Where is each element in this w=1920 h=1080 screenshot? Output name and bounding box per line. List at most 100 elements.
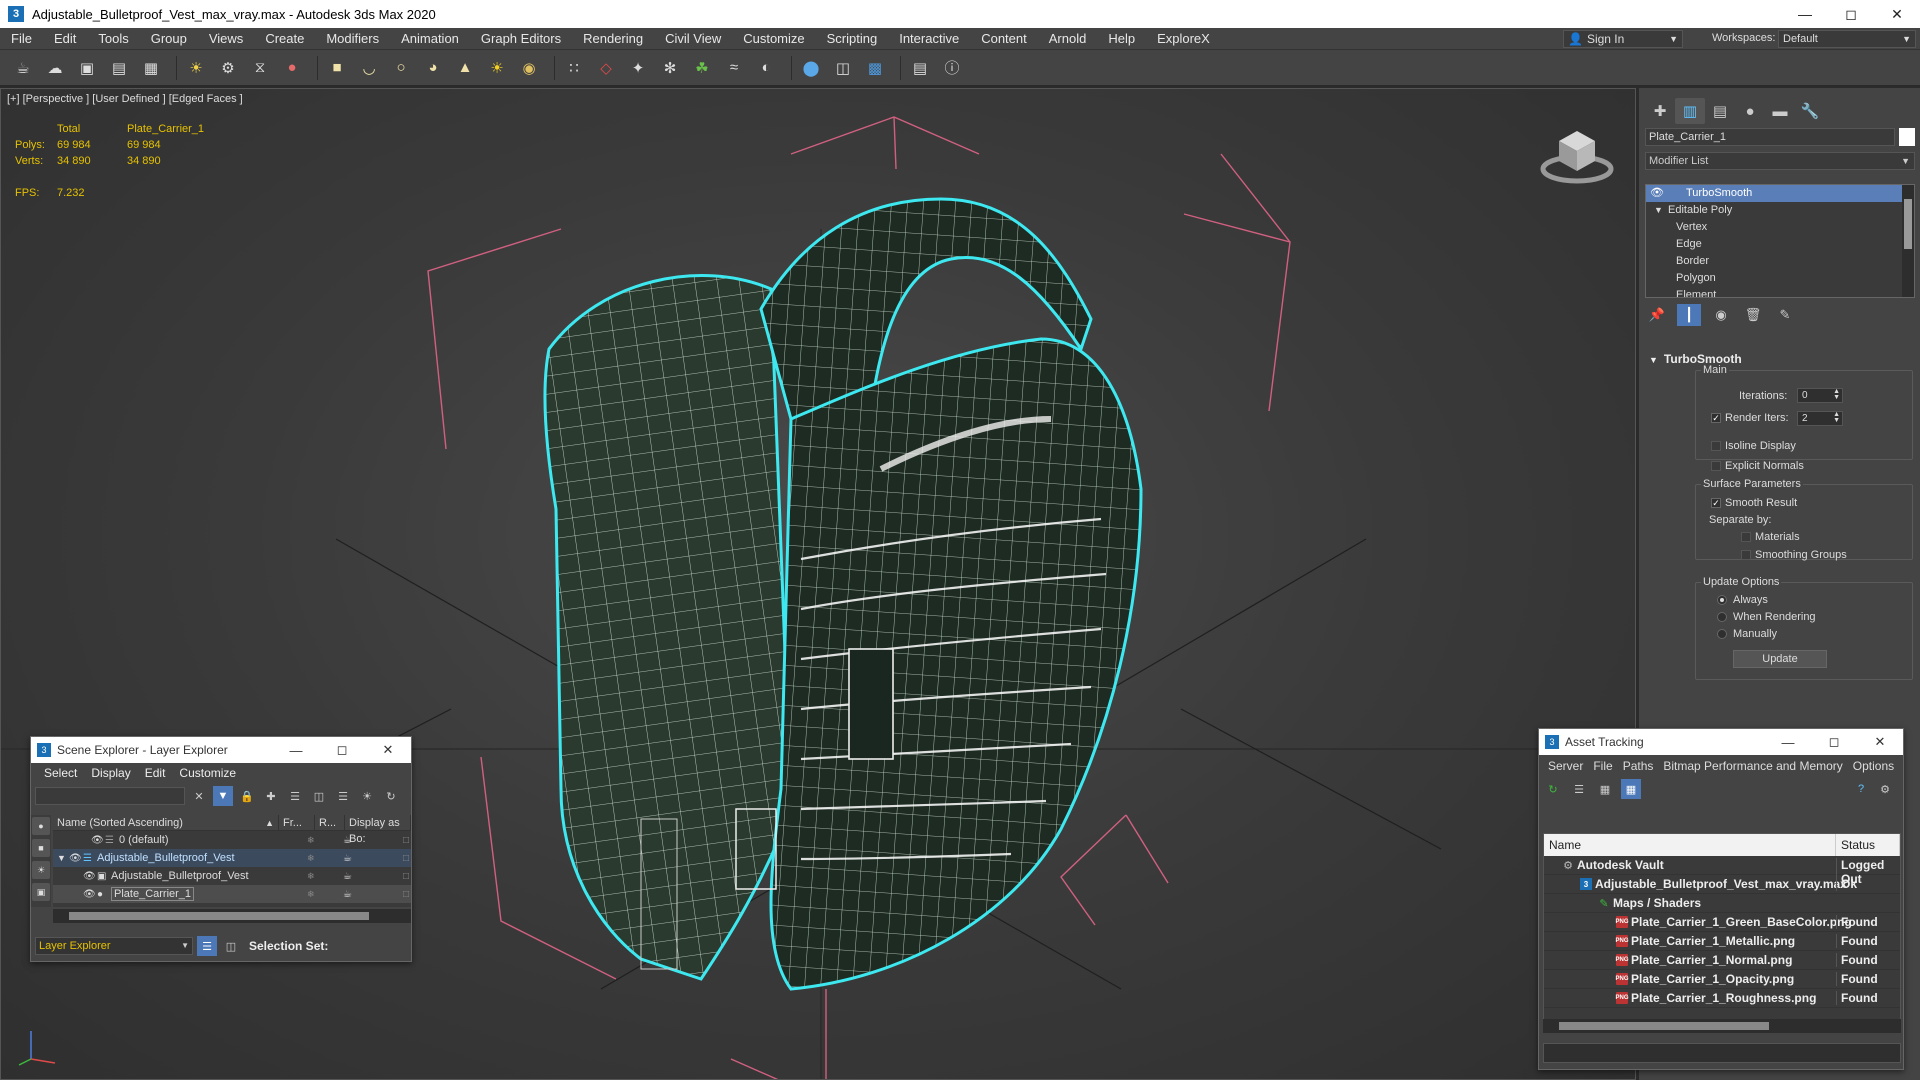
layers-toggle-icon[interactable]: ☰ <box>197 936 217 956</box>
workspace-dropdown[interactable]: Default ▼ <box>1778 30 1916 48</box>
isoline-display-checkbox[interactable]: Isoline Display <box>1711 440 1796 452</box>
horizontal-scrollbar[interactable] <box>1543 1019 1901 1033</box>
at-menu-file[interactable]: File <box>1588 757 1617 776</box>
eye-icon[interactable]: 👁 <box>1650 185 1664 202</box>
helix-icon[interactable]: ⧖ <box>247 55 273 81</box>
maximize-button[interactable]: ◻ <box>1828 0 1874 28</box>
create-icon[interactable]: ✚ <box>1645 98 1675 124</box>
asset-row-max-file[interactable]: 3 Adjustable_Bulletproof_Vest_max_vray.ma… <box>1544 875 1900 894</box>
make-unique-icon[interactable]: ◉ <box>1709 304 1733 326</box>
scrollbar-thumb[interactable] <box>1904 199 1912 249</box>
at-menu-bitmap[interactable]: Bitmap Performance and Memory <box>1658 757 1847 776</box>
lock-icon[interactable]: 🔒 <box>237 786 257 806</box>
always-radio[interactable]: Always <box>1717 594 1768 606</box>
display-cameras-icon[interactable]: ▣ <box>32 883 50 901</box>
stack-icon[interactable]: ☰ <box>333 786 353 806</box>
menu-interactive[interactable]: Interactive <box>888 28 970 50</box>
grid-icon[interactable]: ▦ <box>138 55 164 81</box>
hierarchy-icon[interactable]: ◫ <box>309 786 329 806</box>
minimize-icon[interactable]: — <box>1765 735 1811 750</box>
spheres-icon[interactable]: ● <box>279 55 305 81</box>
box-icon[interactable]: ■ <box>324 55 350 81</box>
stack-subobject-edge[interactable]: Edge <box>1646 236 1914 253</box>
book-icon[interactable]: ▤ <box>907 55 933 81</box>
smooth-result-checkbox[interactable]: ✓ Smooth Result <box>1711 497 1797 509</box>
display-box-icon[interactable]: □ <box>403 835 409 846</box>
object-name-field[interactable]: Plate_Carrier_1 <box>1645 128 1895 146</box>
scene-explorer-titlebar[interactable]: 3 Scene Explorer - Layer Explorer — ◻ ✕ <box>31 737 411 763</box>
at-menu-server[interactable]: Server <box>1543 757 1588 776</box>
hair-icon[interactable]: ≈ <box>721 55 747 81</box>
asset-row-texture[interactable]: PNG Plate_Carrier_1_Roughness.png Found <box>1544 989 1900 1008</box>
tree-row-default-layer[interactable]: 👁 ☰ 0 (default) ❄ ☕ □ <box>53 831 411 849</box>
show-end-result-icon[interactable]: ┃ <box>1677 304 1701 326</box>
asset-row-texture[interactable]: PNG Plate_Carrier_1_Opacity.png Found <box>1544 970 1900 989</box>
menu-animation[interactable]: Animation <box>390 28 470 50</box>
display-box-icon[interactable]: □ <box>403 889 409 900</box>
globe-icon[interactable]: ✻ <box>657 55 683 81</box>
teapot-icon[interactable]: ☕ <box>343 871 352 882</box>
render-frame-icon[interactable]: ▣ <box>74 55 100 81</box>
menu-explorex[interactable]: ExploreX <box>1146 28 1221 50</box>
menu-rendering[interactable]: Rendering <box>572 28 654 50</box>
sphere-icon[interactable]: ⬤ <box>798 55 824 81</box>
display-objects-icon[interactable]: ● <box>32 817 50 835</box>
tree-row-plate-carrier[interactable]: 👁 ● Plate_Carrier_1 ❄ ☕ □ <box>53 885 411 903</box>
menu-group[interactable]: Group <box>140 28 198 50</box>
menu-file[interactable]: File <box>0 28 43 50</box>
se-menu-customize[interactable]: Customize <box>172 766 243 780</box>
remove-modifier-icon[interactable]: 🗑 <box>1741 304 1765 326</box>
materials-checkbox[interactable]: Materials <box>1741 531 1800 543</box>
asset-tracking-titlebar[interactable]: 3 Asset Tracking — ◻ ✕ <box>1539 729 1903 755</box>
horizontal-scrollbar[interactable] <box>53 909 411 923</box>
circle-icon[interactable]: ○ <box>388 55 414 81</box>
modify-icon[interactable]: ▥ <box>1675 98 1705 124</box>
stack-subobject-polygon[interactable]: Polygon <box>1646 270 1914 287</box>
configure-sets-icon[interactable]: ✎ <box>1773 304 1797 326</box>
bowl-icon[interactable]: ◕ <box>420 55 446 81</box>
filter-icon[interactable]: ▼ <box>213 786 233 806</box>
scene-icon[interactable]: ◫ <box>830 55 856 81</box>
search-input[interactable] <box>35 787 185 805</box>
cloud-icon[interactable]: ☁ <box>42 55 68 81</box>
menu-help[interactable]: Help <box>1097 28 1146 50</box>
column-status[interactable]: Status <box>1836 834 1900 856</box>
shell-icon[interactable]: ◐ <box>753 55 779 81</box>
viewcube[interactable] <box>1537 119 1617 189</box>
object-color-swatch[interactable] <box>1899 128 1915 146</box>
sun-icon[interactable]: ☀ <box>484 55 510 81</box>
display-box-icon[interactable]: □ <box>403 853 409 864</box>
render-iters-checkbox[interactable]: ✓ Render Iters: <box>1711 412 1789 424</box>
menu-scripting[interactable]: Scripting <box>816 28 889 50</box>
stack-subobject-border[interactable]: Border <box>1646 253 1914 270</box>
close-icon[interactable]: ✕ <box>365 742 411 758</box>
column-name[interactable]: Name <box>1544 834 1836 856</box>
refresh-icon[interactable]: ↻ <box>1543 779 1563 799</box>
plant-icon[interactable]: ☘ <box>689 55 715 81</box>
hierarchy-toggle-icon[interactable]: ◫ <box>221 936 241 956</box>
display-geometry-icon[interactable]: ■ <box>32 839 50 857</box>
at-menu-options[interactable]: Options <box>1848 757 1899 776</box>
display-lights-icon[interactable]: ☀ <box>32 861 50 879</box>
stack-item-editable-poly[interactable]: ▼ Editable Poly <box>1646 202 1914 219</box>
geo-icon[interactable]: ✦ <box>625 55 651 81</box>
expand-triangle-icon[interactable]: ▼ <box>57 853 66 863</box>
asset-row-vault[interactable]: ⚙ Autodesk Vault Logged Out <box>1544 856 1900 886</box>
when-rendering-radio[interactable]: When Rendering <box>1717 611 1816 623</box>
light-bulb-icon[interactable]: ☀ <box>183 55 209 81</box>
scrollbar-thumb[interactable] <box>1559 1022 1769 1030</box>
freeze-icon[interactable]: ❄ <box>307 871 315 882</box>
at-menu-paths[interactable]: Paths <box>1618 757 1659 776</box>
cone-icon[interactable]: ▲ <box>452 55 478 81</box>
particles-icon[interactable]: ∷ <box>561 55 587 81</box>
freeze-icon[interactable]: ❄ <box>307 853 315 864</box>
eye-icon[interactable]: 👁 <box>83 871 96 882</box>
close-icon[interactable]: ✕ <box>1857 734 1903 750</box>
tree-row-vest-object[interactable]: 👁 ▣ Adjustable_Bulletproof_Vest ❄ ☕ □ <box>53 867 411 885</box>
column-display-as-box[interactable]: Display as Bo: <box>345 815 411 845</box>
teapot-icon[interactable]: ☕ <box>343 889 352 900</box>
column-renderable[interactable]: R... <box>315 815 345 830</box>
freeze-icon[interactable]: ❄ <box>307 889 315 900</box>
display-icon[interactable]: ▬ <box>1765 98 1795 124</box>
pin-stack-icon[interactable]: 📌 <box>1645 304 1669 326</box>
